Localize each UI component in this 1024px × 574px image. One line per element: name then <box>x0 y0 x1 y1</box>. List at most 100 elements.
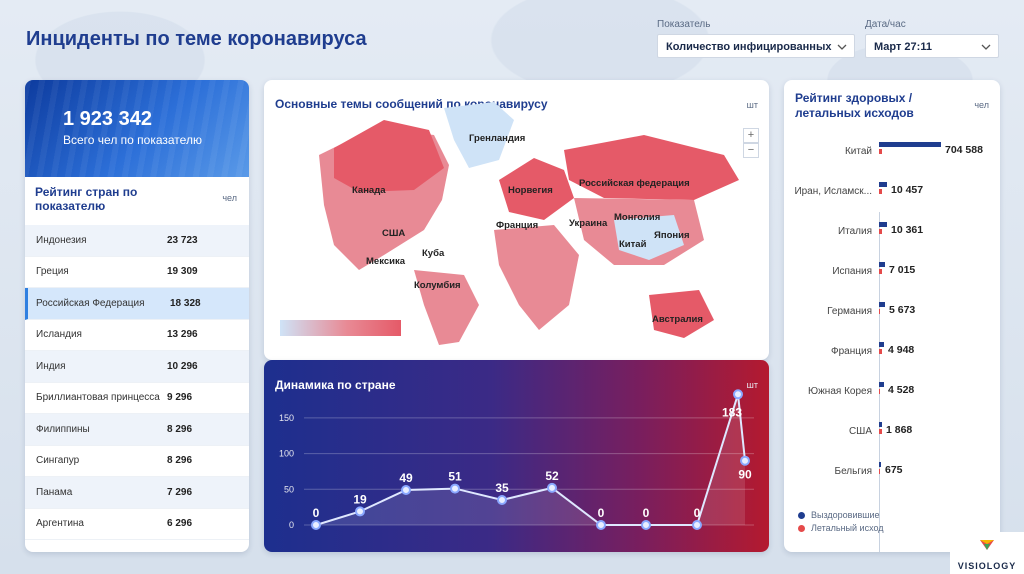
bar-value: 4 948 <box>888 344 915 356</box>
dynamics-line-chart[interactable]: 0 50 100 150 0 19 49 51 35 52 0 0 0 183 90 <box>264 360 769 552</box>
data-point[interactable] <box>740 455 750 466</box>
outcome-rating-card: Рейтинг здоровых / летальных исходов чел… <box>784 80 1000 552</box>
rank-country: Сингапур <box>36 455 80 467</box>
rank-row[interactable]: Филиппины 8 296 <box>25 414 249 446</box>
data-point[interactable] <box>547 482 557 493</box>
rank-value: 6 296 <box>167 518 193 530</box>
line-area <box>316 394 745 525</box>
chevron-down-icon <box>837 44 847 50</box>
bar-death <box>879 229 882 234</box>
data-point[interactable] <box>401 485 411 495</box>
total-value: 1 923 342 <box>63 108 152 130</box>
legend-dot-recovered <box>798 512 805 519</box>
visiology-logo: VISIOLOGY <box>950 532 1024 574</box>
bar-country: Испания <box>832 266 872 277</box>
bar-recovered <box>879 342 884 347</box>
bar-row[interactable]: Иран, Исламск... 10 457 <box>784 182 1000 202</box>
metric-label: Показатель <box>657 19 711 30</box>
bar-row[interactable]: Южная Корея 4 528 <box>784 382 1000 402</box>
data-point[interactable] <box>596 520 606 530</box>
data-point[interactable] <box>497 495 507 505</box>
bar-recovered <box>879 182 887 187</box>
rank-row[interactable]: Бриллиантовая принцесса 9 296 <box>25 383 249 414</box>
bar-value: 5 673 <box>889 304 916 316</box>
bar-death <box>879 309 880 314</box>
data-point[interactable] <box>450 483 460 494</box>
bar-row[interactable]: США 1 868 <box>784 422 1000 442</box>
rank-list[interactable]: Индонезия 23 723 Греция 19 309 Российская Фе… <box>25 225 249 540</box>
rank-row[interactable]: Сингапур 8 296 <box>25 446 249 477</box>
data-label: 52 <box>545 469 559 483</box>
rank-country: Бриллиантовая принцесса <box>36 392 160 404</box>
rank-row[interactable]: Российская Федерация 18 328 <box>25 288 249 320</box>
bar-country: Франция <box>831 346 872 357</box>
bar-row[interactable]: Испания 7 015 <box>784 262 1000 282</box>
bar-death <box>879 389 880 394</box>
rank-value: 19 309 <box>167 266 198 278</box>
data-label: 0 <box>694 506 701 520</box>
y-tick-label: 100 <box>279 449 294 459</box>
legend-death-label: Летальный исход <box>811 523 884 533</box>
date-select[interactable]: Март 27:11 <box>865 34 999 58</box>
map-label: США <box>382 228 406 239</box>
bar-value: 4 528 <box>888 384 915 396</box>
rank-row[interactable]: Исландия 13 296 <box>25 320 249 351</box>
map-label: Япония <box>654 230 690 241</box>
rank-row[interactable]: Аргентина 6 296 <box>25 509 249 540</box>
rank-value: 13 296 <box>167 329 198 341</box>
rank-row[interactable]: Панама 7 296 <box>25 477 249 509</box>
legend-death: Летальный исход <box>798 523 884 533</box>
rank-row[interactable]: Индия 10 296 <box>25 351 249 383</box>
bar-value: 10 457 <box>891 184 924 196</box>
bar-recovered <box>879 142 941 147</box>
map-label: Украина <box>569 218 608 229</box>
rank-country: Исландия <box>36 329 82 341</box>
date-label: Дата/час <box>865 19 906 30</box>
bar-country: Китай <box>844 146 872 157</box>
rank-country: Российская Федерация <box>36 297 145 309</box>
data-point[interactable] <box>311 520 321 530</box>
data-label: 49 <box>399 471 413 485</box>
bar-value: 1 868 <box>886 424 913 436</box>
rank-country: Аргентина <box>36 518 84 530</box>
metric-select[interactable]: Количество инфицированных <box>657 34 855 58</box>
data-label: 90 <box>738 468 752 482</box>
rank-title: Рейтинг стран по показателю <box>35 185 138 213</box>
legend-recovered-label: Выздоровившие <box>811 510 880 520</box>
visiology-logo-icon <box>980 540 994 550</box>
bar-country: Бельгия <box>834 466 873 477</box>
data-point[interactable] <box>733 389 743 400</box>
y-tick-label: 150 <box>279 413 294 423</box>
dynamics-card: Динамика по стране шт 0 50 100 150 0 19 49 51 35… <box>264 360 769 552</box>
data-point[interactable] <box>355 506 365 517</box>
bar-row[interactable]: Франция 4 948 <box>784 342 1000 362</box>
total-kpi: 1 923 342 Всего чел по показателю <box>25 80 249 177</box>
bar-country: Южная Корея <box>808 386 872 397</box>
y-tick-label: 0 <box>289 520 294 530</box>
bar-recovered <box>879 262 885 267</box>
bar-row[interactable]: Германия 5 673 <box>784 302 1000 322</box>
bar-row[interactable]: Италия 10 361 <box>784 222 1000 242</box>
data-point[interactable] <box>641 520 651 530</box>
map-label: Норвегия <box>508 185 553 196</box>
bar-recovered <box>879 382 884 387</box>
rank-row[interactable]: Индонезия 23 723 <box>25 225 249 257</box>
data-label: 19 <box>353 492 367 506</box>
bar-row[interactable]: Китай 704 588 <box>784 142 1000 162</box>
bar-recovered <box>879 422 882 427</box>
region-russia <box>564 135 739 200</box>
map-label: Китай <box>619 239 647 250</box>
bar-death <box>879 149 882 154</box>
data-label: 0 <box>313 506 320 520</box>
bar-country: США <box>848 426 872 437</box>
bar-row[interactable]: Бельгия 675 <box>784 462 1000 482</box>
data-point[interactable] <box>692 520 702 530</box>
bar-country: Германия <box>827 306 872 317</box>
bar-recovered <box>879 302 885 307</box>
data-label: 183 <box>722 405 742 419</box>
chevron-down-icon <box>981 44 991 50</box>
map-color-legend <box>280 320 401 336</box>
rank-row[interactable]: Греция 19 309 <box>25 257 249 288</box>
region-africa <box>494 225 579 330</box>
map-label: Российская федерация <box>579 178 690 189</box>
